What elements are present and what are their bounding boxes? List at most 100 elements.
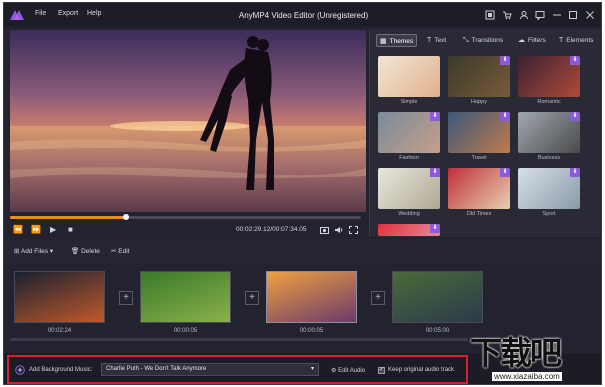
tab-filters[interactable]: ☁ Filters [515, 34, 549, 47]
tab-elements-label: Elements [566, 37, 594, 44]
keep-audio-checkbox[interactable]: ✓ [378, 367, 385, 374]
clip-duration: 00:02:24 [47, 328, 72, 334]
chevron-down-icon: ▾ [49, 248, 54, 255]
theme-label: Romantic [537, 99, 561, 105]
theme-label: Business [537, 155, 561, 161]
edit-audio-icon: ⚙ [331, 368, 337, 374]
timeline-clip[interactable] [266, 271, 357, 323]
window-title: AnyMP4 Video Editor (Unregistered) [238, 11, 369, 20]
download-icon[interactable]: ⬇ [500, 168, 510, 177]
theme-thumbnail[interactable]: ⬇ [378, 224, 440, 236]
theme-thumbnail[interactable]: ⬇ [518, 56, 580, 97]
download-icon[interactable]: ⬇ [430, 112, 440, 121]
title-bar: File Export Help AnyMP4 Video Editor (Un… [4, 3, 601, 27]
seek-progress [10, 216, 126, 219]
effects-tabs: ▦ Themes T Text ⤡ Transitions ☁ Filters T Ele… [370, 29, 601, 51]
text-icon: T [427, 37, 432, 44]
volume-icon[interactable] [335, 226, 344, 234]
download-icon[interactable]: ⬇ [430, 224, 440, 233]
maximize-icon[interactable] [568, 10, 578, 20]
minimize-icon[interactable] [552, 10, 562, 20]
theme-thumbnail[interactable]: ⬇ [518, 168, 580, 209]
register-icon[interactable] [485, 10, 495, 20]
music-select-value: Charlie Puth - We Don't Talk Anymore [106, 366, 207, 372]
user-icon[interactable] [519, 10, 529, 20]
video-preview[interactable] [10, 30, 366, 212]
theme-thumbnail[interactable] [378, 56, 440, 97]
preview-frame [10, 30, 366, 212]
keep-audio-label: Keep original audio track [388, 367, 455, 373]
play-icon[interactable]: ▶ [50, 225, 56, 235]
timeline-scrollbar[interactable] [10, 338, 468, 341]
fullscreen-icon[interactable] [349, 226, 358, 234]
add-transition-button[interactable]: + [119, 291, 133, 305]
elements-icon: T [559, 37, 564, 44]
timeline-clip[interactable] [392, 271, 483, 323]
seek-handle[interactable] [122, 214, 129, 220]
edit-label: Edit [118, 248, 130, 255]
feedback-icon[interactable] [535, 10, 545, 20]
theme-label: Wedding [398, 211, 420, 217]
chevron-down-icon: ▾ [310, 366, 314, 372]
theme-thumbnail[interactable]: ⬇ [448, 168, 510, 209]
clip-toolbar: ⊞ Add Files ▾ 🗑 Delete ✂ Edit [4, 239, 601, 263]
download-icon[interactable]: ⬇ [500, 56, 510, 65]
add-music-icon[interactable] [15, 365, 25, 375]
download-icon[interactable]: ⬇ [570, 112, 580, 121]
fast-forward-icon[interactable]: ⏩ [31, 225, 41, 235]
theme-label: Happy [471, 99, 487, 105]
delete-label: Delete [81, 248, 100, 255]
effects-panel: ▦ Themes T Text ⤡ Transitions ☁ Filters T Ele… [369, 29, 601, 237]
tab-transitions[interactable]: ⤡ Transitions [460, 34, 506, 47]
watermark-url: www.xiazaiba.com [492, 372, 562, 381]
theme-label: Travel [471, 155, 487, 161]
edit-icon: ✂ [111, 248, 117, 255]
theme-label: Sport [542, 211, 556, 217]
timeline-clip[interactable] [14, 271, 105, 323]
download-icon[interactable]: ⬇ [570, 168, 580, 177]
add-files-button[interactable]: ⊞ Add Files ▾ [14, 247, 53, 255]
tab-themes-label: Themes [389, 38, 414, 45]
cart-icon[interactable] [502, 10, 512, 20]
transitions-icon: ⤡ [463, 37, 469, 44]
clip-duration: 00:00:05 [299, 328, 324, 334]
theme-thumbnail[interactable]: ⬇ [378, 112, 440, 153]
tab-elements[interactable]: T Elements [556, 34, 596, 47]
add-transition-button[interactable]: + [245, 291, 259, 305]
edit-button[interactable]: ✂ Edit [111, 247, 129, 255]
theme-thumbnail[interactable]: ⬇ [518, 112, 580, 153]
download-icon[interactable]: ⬇ [570, 56, 580, 65]
edit-audio-label: Edit Audio [338, 368, 366, 374]
snapshot-icon[interactable] [320, 226, 329, 234]
timeline-clip[interactable] [140, 271, 231, 323]
theme-thumbnail[interactable]: ⬇ [448, 56, 510, 97]
tab-filters-label: Filters [528, 37, 546, 44]
download-icon[interactable]: ⬇ [500, 112, 510, 121]
watermark-logo: 下载吧 [470, 334, 562, 372]
delete-button[interactable]: 🗑 Delete [71, 247, 100, 255]
theme-thumbnail[interactable]: ⬇ [448, 112, 510, 153]
add-files-label: Add Files [20, 248, 49, 255]
download-icon[interactable]: ⬇ [430, 168, 440, 177]
theme-thumbnail[interactable]: ⬇ [378, 168, 440, 209]
theme-label: Old Times [466, 211, 492, 217]
tab-transitions-label: Transitions [471, 37, 504, 44]
edit-audio-button[interactable]: ⚙ Edit Audio [331, 367, 365, 374]
add-music-label: Add Background Music: [29, 367, 93, 373]
seek-bar[interactable] [10, 214, 361, 220]
theme-label: Simple [400, 99, 418, 105]
close-icon[interactable] [585, 10, 595, 20]
themes-icon: ▦ [380, 38, 387, 45]
add-transition-button[interactable]: + [371, 291, 385, 305]
music-select[interactable]: Charlie Puth - We Don't Talk Anymore ▾ [101, 363, 319, 376]
clip-duration: 00:00:05 [173, 328, 198, 334]
stop-icon[interactable]: ■ [68, 225, 73, 235]
tab-themes[interactable]: ▦ Themes [376, 34, 418, 47]
trash-icon: 🗑 [71, 248, 80, 255]
playback-time: 00:02:29.12/00:07:34.05 [236, 226, 307, 233]
check-icon: ✓ [379, 367, 385, 373]
tab-text[interactable]: T Text [424, 34, 449, 47]
rewind-icon[interactable]: ⏪ [13, 225, 23, 235]
filters-icon: ☁ [518, 37, 525, 44]
theme-label: Fashion [399, 155, 419, 161]
